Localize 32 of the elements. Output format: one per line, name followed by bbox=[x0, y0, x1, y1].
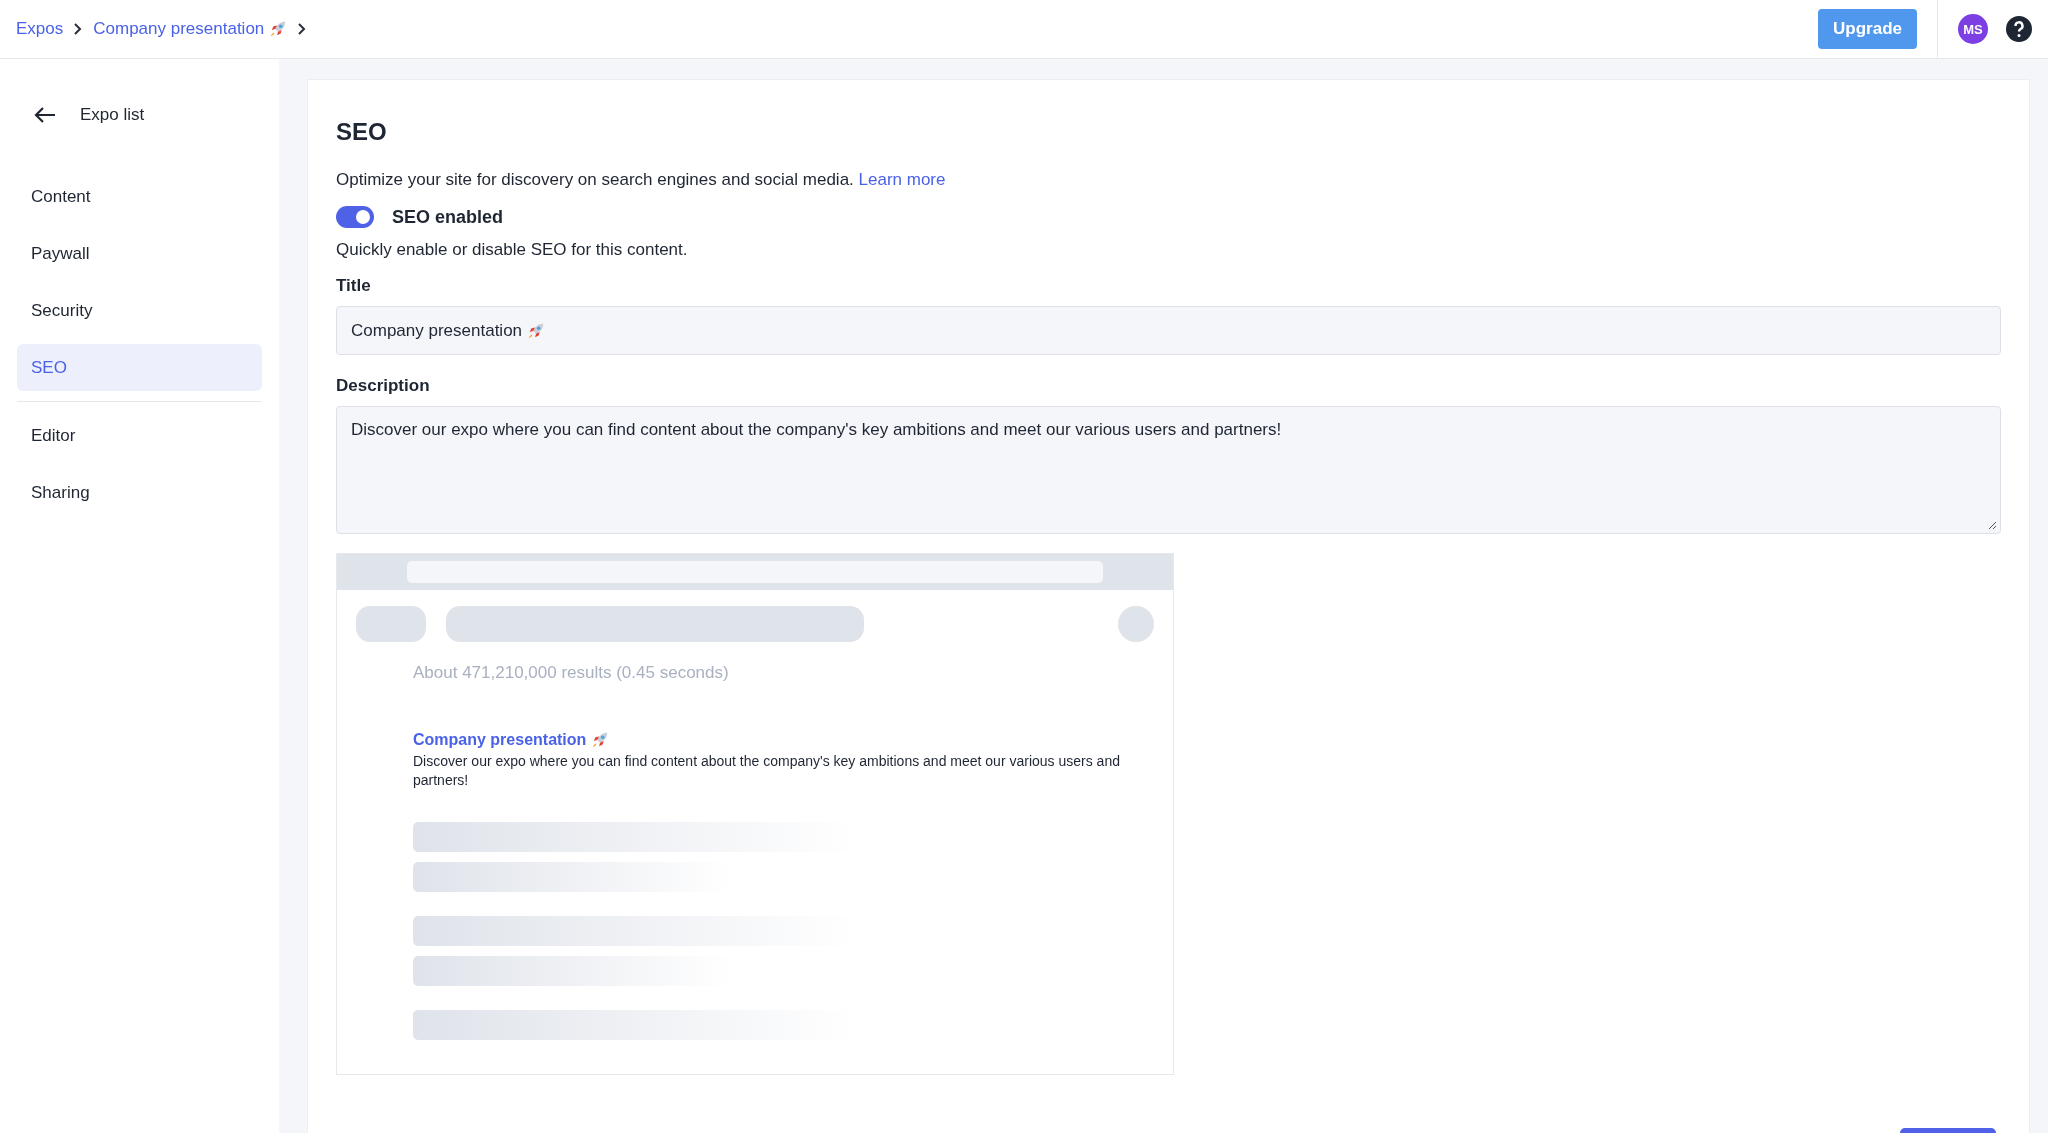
toggle-switch[interactable] bbox=[336, 206, 374, 228]
sidebar-item[interactable]: Security bbox=[17, 287, 262, 334]
sidebar-item[interactable]: Content bbox=[17, 173, 262, 220]
description-textarea[interactable]: Discover our expo where you can find content about the company's key ambitions and meet our various users and partners! bbox=[336, 406, 2001, 534]
skeleton-logo bbox=[356, 606, 426, 642]
breadcrumb-link[interactable]: Company presentation bbox=[93, 19, 288, 39]
arrow-left-icon bbox=[34, 106, 56, 124]
toggle-label: SEO enabled bbox=[392, 206, 504, 228]
button-edge[interactable] bbox=[1900, 1128, 1996, 1133]
results-count: About 471,210,000 results (0.45 seconds) bbox=[413, 663, 730, 683]
result-title-link[interactable]: Company presentation bbox=[413, 731, 587, 749]
result-description: Discover our expo where you can find content about the company's key ambitions and meet our various users and partners! bbox=[413, 752, 1121, 790]
sidebar-item[interactable]: Editor bbox=[17, 412, 262, 459]
help-icon[interactable] bbox=[2006, 16, 2032, 42]
rocket-icon bbox=[269, 20, 288, 38]
sidebar-item[interactable]: Sharing bbox=[17, 469, 262, 516]
rocket-icon bbox=[527, 321, 546, 340]
sidebar-item[interactable]: SEO bbox=[17, 344, 262, 391]
section-heading: SEO bbox=[336, 118, 388, 146]
back-link[interactable]: Expo list bbox=[17, 95, 262, 135]
rocket-icon bbox=[591, 731, 610, 749]
skeleton-avatar bbox=[1118, 606, 1154, 642]
learn-more-link[interactable]: Learn more bbox=[858, 170, 946, 189]
toggle-hint: Quickly enable or disable SEO for this content. bbox=[336, 240, 689, 260]
title-input-field[interactable]: Company presentation bbox=[336, 306, 2001, 355]
user-avatar[interactable]: MS bbox=[1958, 14, 1988, 44]
field-label: Title bbox=[336, 276, 372, 296]
breadcrumb-link[interactable]: Expos bbox=[16, 19, 64, 39]
intro-text: Optimize your site for discovery on search engines and social media. Learn more bbox=[336, 170, 947, 190]
resize-grip-icon[interactable] bbox=[1987, 520, 1997, 530]
sidebar-item[interactable]: Paywall bbox=[17, 230, 262, 277]
field-label: Description bbox=[336, 376, 431, 396]
